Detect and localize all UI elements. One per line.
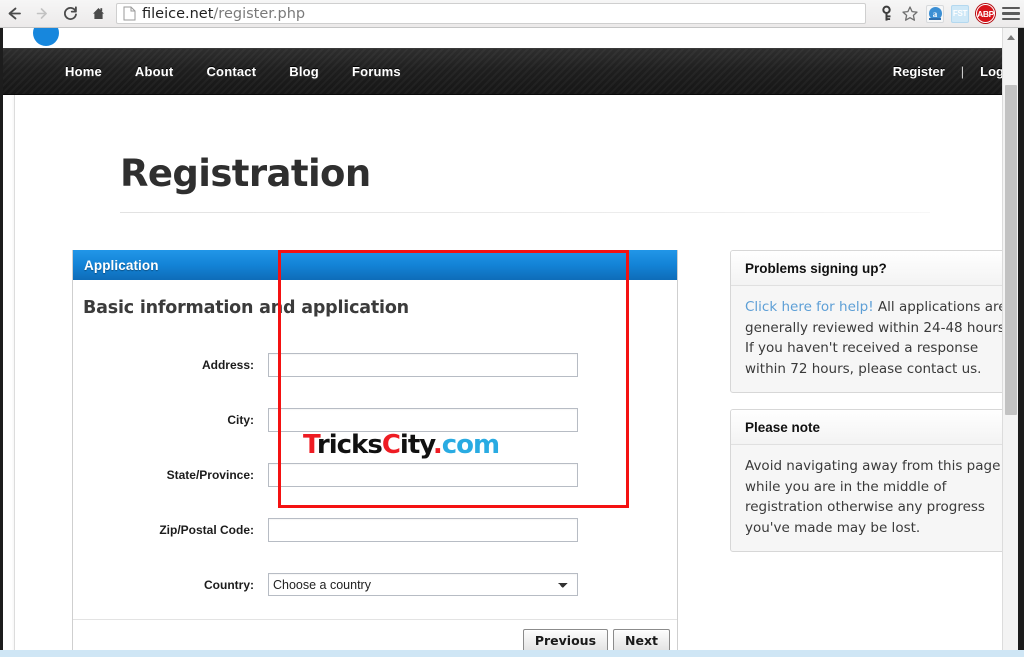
nav-separator: | — [960, 64, 965, 79]
nav-primary-links: Home About Contact Blog Forums — [65, 64, 434, 79]
next-button[interactable]: Next — [613, 629, 670, 652]
web-page: Home About Contact Blog Forums Register … — [3, 28, 1024, 657]
watermark-ricks: ricks — [316, 430, 383, 460]
page-document-icon — [123, 6, 136, 21]
watermark-c: C — [381, 430, 401, 460]
nav-item-login[interactable]: Log — [980, 64, 1004, 79]
city-input[interactable] — [268, 407, 578, 432]
browser-viewport: Home About Contact Blog Forums Register … — [0, 28, 1024, 657]
content-card: Registration Application Basic informati… — [14, 95, 1024, 657]
application-panel-header: Application — [73, 250, 677, 280]
url-domain: fileice.net — [142, 5, 214, 22]
home-button[interactable] — [84, 0, 112, 28]
sidebar: Problems signing up? Click here for help… — [730, 250, 1024, 568]
nav-item-register[interactable]: Register — [893, 64, 945, 79]
watermark-t: T — [303, 430, 318, 460]
address-input[interactable] — [268, 352, 578, 377]
window-frame-right — [1018, 28, 1024, 657]
sidebar-panel-note-title: Please note — [731, 410, 1017, 446]
application-panel-body: Basic information and application Addres… — [73, 280, 677, 657]
nav-item-forums[interactable]: Forums — [352, 64, 401, 79]
forward-button — [28, 0, 56, 28]
watermark-dot: . — [432, 430, 443, 460]
menu-line-3 — [1002, 17, 1020, 21]
amazon-underline — [929, 17, 941, 20]
page-title: Registration — [120, 152, 371, 195]
state-province-label: State/Province: — [166, 467, 254, 482]
page-scrollbar[interactable] — [1002, 28, 1019, 657]
bookmark-star-icon[interactable] — [901, 5, 919, 22]
menu-line-1 — [1002, 6, 1020, 10]
site-navigation-bar: Home About Contact Blog Forums Register … — [3, 48, 1006, 95]
amazon-extension-icon[interactable]: a — [926, 4, 944, 23]
sidebar-panel-help-body: Click here for help! All applications ar… — [731, 286, 1017, 392]
url-text: fileice.net/register.php — [142, 6, 305, 22]
menu-line-2 — [1002, 12, 1020, 15]
address-bar[interactable]: fileice.net/register.php — [116, 3, 866, 24]
nav-item-contact[interactable]: Contact — [206, 64, 256, 79]
note-text: Avoid navigating away from this page whi… — [745, 458, 1001, 536]
form-row-zip: Zip/Postal Code: — [73, 502, 677, 557]
sidebar-panel-note: Please note Avoid navigating away from t… — [730, 409, 1018, 553]
scroll-thumb[interactable] — [1005, 85, 1017, 415]
help-link[interactable]: Click here for help! — [745, 299, 874, 315]
forward-arrow-icon — [36, 8, 47, 19]
window-frame-bottom — [0, 650, 1024, 657]
scroll-up-button[interactable] — [1003, 28, 1019, 45]
window-frame-left — [0, 28, 3, 657]
form-row-address: Address: — [73, 337, 677, 392]
home-icon — [92, 8, 104, 19]
nav-item-about[interactable]: About — [135, 64, 174, 79]
reload-icon — [63, 6, 77, 20]
abp-label: ABP — [977, 8, 994, 19]
zip-postal-code-input[interactable] — [268, 517, 578, 542]
hamburger-menu-icon[interactable] — [1002, 6, 1020, 21]
fst-label: FST — [952, 9, 968, 18]
adblock-plus-icon[interactable]: ABP — [976, 4, 995, 23]
title-divider — [120, 212, 930, 213]
address-label: Address: — [201, 357, 254, 372]
key-icon[interactable] — [879, 5, 894, 22]
scroll-up-arrow-icon — [1007, 34, 1015, 40]
browser-toolbar: fileice.net/register.php a FST ABP — [0, 0, 1024, 28]
zip-postal-code-label: Zip/Postal Code: — [159, 522, 254, 537]
section-heading: Basic information and application — [83, 298, 409, 318]
previous-button[interactable]: Previous — [522, 629, 609, 652]
state-province-input[interactable] — [268, 462, 578, 487]
watermark-trickscity: TricksCity.com — [303, 430, 500, 460]
sidebar-panel-help-title: Problems signing up? — [731, 251, 1017, 286]
fst-extension-icon[interactable]: FST — [951, 4, 969, 23]
nav-account-links: Register | Log — [893, 64, 1006, 79]
browser-extension-bar: a FST ABP — [872, 4, 1024, 23]
country-select[interactable]: Choose a country — [268, 573, 578, 596]
back-button[interactable] — [0, 0, 28, 28]
form-row-country: Country: Choose a country — [73, 557, 677, 612]
back-arrow-icon — [8, 7, 21, 20]
country-label: Country: — [204, 577, 254, 592]
nav-item-blog[interactable]: Blog — [289, 64, 319, 79]
reload-button[interactable] — [56, 0, 84, 28]
watermark-com: com — [441, 430, 500, 460]
city-label: City: — [227, 412, 254, 427]
watermark-ity: ity — [399, 430, 434, 460]
sidebar-panel-help: Problems signing up? Click here for help… — [730, 250, 1018, 394]
sidebar-panel-note-body: Avoid navigating away from this page whi… — [731, 445, 1017, 551]
site-logo-icon[interactable] — [33, 28, 59, 46]
nav-item-home[interactable]: Home — [65, 64, 102, 79]
url-path: /register.php — [213, 5, 306, 22]
